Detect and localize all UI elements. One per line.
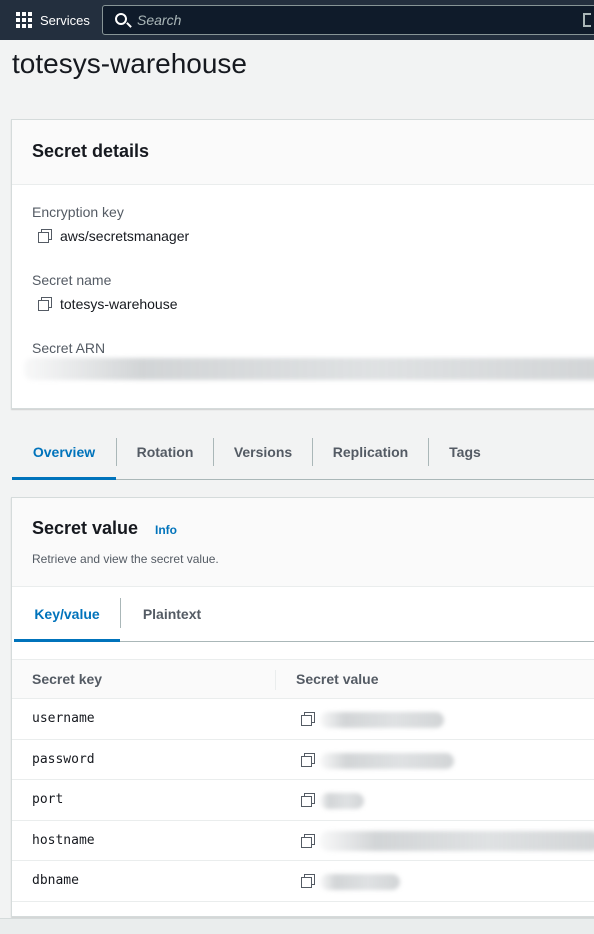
secret-value-redacted <box>320 712 444 728</box>
page-title: totesys-warehouse <box>12 48 248 79</box>
secret-name-value: totesys-warehouse <box>60 296 178 312</box>
tab-tags[interactable]: Tags <box>429 432 501 480</box>
subtab-key-value[interactable]: Key/value <box>14 588 120 642</box>
secret-key-cell: dbname <box>32 873 79 888</box>
secret-value-redacted <box>320 793 364 809</box>
copy-icon[interactable] <box>38 297 52 311</box>
secret-name-label: Secret name <box>32 272 112 288</box>
column-header-secret-value[interactable]: Secret value <box>296 671 379 687</box>
secret-details-panel: Secret details Encryption key aws/secret… <box>11 119 594 409</box>
search-icon <box>115 13 127 25</box>
secret-value-description: Retrieve and view the secret value. <box>32 552 219 566</box>
table-row: password <box>12 740 594 780</box>
services-label: Services <box>40 12 90 28</box>
encryption-key-label: Encryption key <box>32 204 124 220</box>
top-navigation: Services Search <box>0 0 594 40</box>
secret-key-cell: username <box>32 711 95 726</box>
table-row: username <box>12 699 594 740</box>
secret-value-redacted <box>320 752 454 769</box>
column-divider <box>275 670 276 690</box>
search-placeholder: Search <box>137 12 182 28</box>
tab-versions[interactable]: Versions <box>214 432 312 480</box>
copy-icon[interactable] <box>301 874 315 888</box>
secret-value-panel: Secret value Info Retrieve and view the … <box>11 497 594 917</box>
tab-overview[interactable]: Overview <box>12 432 116 480</box>
table-header: Secret key Secret value <box>12 659 594 699</box>
copy-icon[interactable] <box>301 833 315 848</box>
secret-value-redacted <box>320 830 594 851</box>
search-input[interactable]: Search <box>102 5 594 35</box>
secret-key-value-table: Secret key Secret value username passwor… <box>12 659 594 902</box>
grid-icon <box>16 12 32 28</box>
services-menu-button[interactable]: Services <box>16 0 90 40</box>
subtab-plaintext[interactable]: Plaintext <box>121 588 223 642</box>
secret-arn-label: Secret ARN <box>32 340 106 356</box>
secret-value-redacted <box>320 874 400 890</box>
secret-tabs: Overview Rotation Versions Replication T… <box>12 432 594 480</box>
secret-details-header: Secret details <box>12 120 594 185</box>
encryption-key-value: aws/secretsmanager <box>60 228 190 244</box>
table-row: hostname <box>12 821 594 861</box>
copy-icon[interactable] <box>301 752 315 767</box>
bottom-edge <box>0 918 594 934</box>
tab-rotation[interactable]: Rotation <box>117 432 213 480</box>
secret-value-header: Secret value Info Retrieve and view the … <box>12 498 594 587</box>
shortcut-key-icon <box>583 13 591 27</box>
tab-replication[interactable]: Replication <box>313 432 428 480</box>
info-link[interactable]: Info <box>155 523 177 537</box>
table-row: port <box>12 780 594 821</box>
secret-details-title: Secret details <box>32 141 150 161</box>
copy-icon[interactable] <box>38 229 52 243</box>
secret-value-title: Secret value <box>32 518 139 538</box>
table-row: dbname <box>12 861 594 902</box>
secret-key-cell: password <box>32 751 95 767</box>
secret-arn-redacted <box>24 358 594 380</box>
copy-icon[interactable] <box>301 793 315 807</box>
copy-icon[interactable] <box>301 712 315 726</box>
secret-key-cell: port <box>32 792 64 807</box>
secret-value-subtabs: Key/value Plaintext <box>14 588 594 642</box>
column-header-secret-key[interactable]: Secret key <box>32 671 102 687</box>
secret-key-cell: hostname <box>32 832 95 848</box>
